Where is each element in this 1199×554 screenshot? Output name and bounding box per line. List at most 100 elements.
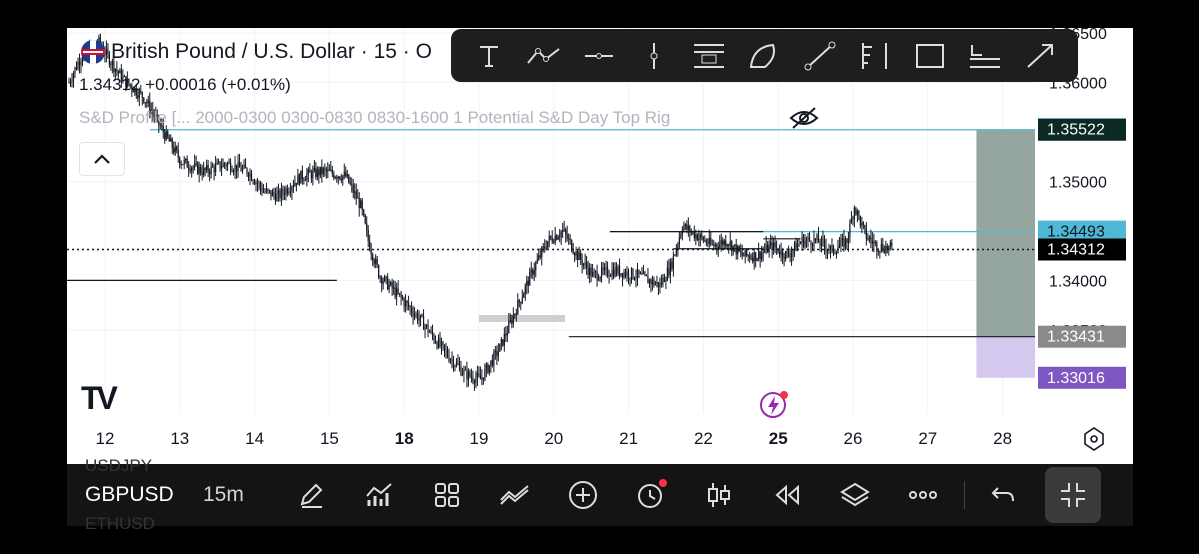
chart-type-button[interactable]	[701, 477, 737, 513]
symbol-selector[interactable]: GBPUSD	[85, 483, 174, 507]
candle-body	[593, 271, 595, 273]
collapse-legend-button[interactable]	[79, 142, 125, 176]
candle-body	[397, 288, 399, 294]
candle-body	[756, 258, 758, 261]
candle-body	[68, 82, 70, 84]
candle-body	[568, 238, 570, 240]
candle-body	[541, 247, 543, 258]
candle-body	[621, 273, 624, 278]
candle-body	[888, 246, 890, 250]
candle-body	[663, 277, 666, 282]
horizontal-line-tool[interactable]	[581, 38, 617, 74]
candles-icon	[708, 483, 730, 507]
candle-body	[259, 183, 262, 188]
candle-body	[189, 169, 191, 172]
candle-body	[714, 244, 716, 246]
candle-body	[780, 249, 782, 255]
candle-body	[882, 244, 884, 251]
candle-body	[650, 279, 652, 285]
lightning-icon[interactable]	[759, 390, 789, 420]
candle-body	[871, 240, 873, 244]
candle-body	[600, 267, 603, 278]
candle-body	[77, 61, 79, 70]
layouts-button[interactable]	[429, 477, 465, 513]
symbol-carousel-next[interactable]: ETHUSD	[85, 514, 155, 534]
trend-line-tool[interactable]	[802, 38, 838, 74]
candle-body	[635, 277, 637, 279]
candle-body	[891, 242, 893, 247]
candle-body	[699, 234, 701, 238]
candle-body	[666, 267, 668, 281]
curve-tool[interactable]	[746, 38, 782, 74]
fib-channel-tool[interactable]	[691, 38, 727, 74]
long-position-tool[interactable]	[967, 38, 1003, 74]
indicators-button[interactable]	[361, 477, 397, 513]
rectangle-tool[interactable]	[912, 38, 948, 74]
candle-body	[669, 261, 671, 276]
symbol-title[interactable]: British Pound / U.S. Dollar · 15 · O	[111, 40, 432, 64]
drawing-pen-button[interactable]	[293, 477, 329, 513]
candle-body	[343, 172, 345, 176]
candle-body	[508, 321, 510, 333]
candle-body	[491, 360, 493, 366]
path-tool[interactable]	[526, 38, 562, 74]
candle-body	[288, 191, 290, 194]
candle-body	[879, 250, 881, 252]
candle-body	[393, 287, 395, 289]
candle-body	[137, 95, 139, 98]
undo-button[interactable]	[985, 477, 1021, 513]
candle-body	[488, 364, 490, 373]
candle-body	[244, 164, 247, 169]
candle-body	[455, 362, 458, 366]
price-label: 1.35522	[1047, 122, 1105, 139]
arrow-tool[interactable]	[1022, 38, 1058, 74]
vertical-line-tool[interactable]	[636, 38, 672, 74]
fork-tool[interactable]	[857, 38, 893, 74]
y-tick-label: 1.35000	[1049, 174, 1107, 191]
interval-selector[interactable]: 15m	[203, 483, 244, 507]
more-button[interactable]	[905, 477, 941, 513]
candle-body	[407, 302, 410, 307]
candle-body	[249, 173, 251, 177]
candle-body	[506, 332, 508, 336]
candle-body	[831, 245, 833, 247]
candle-body	[665, 280, 667, 282]
candle-body	[689, 226, 691, 233]
indicator-legend[interactable]: S&D Profile [... 2000-0300 0300-0830 083…	[79, 108, 670, 128]
exit-fullscreen-button[interactable]	[1045, 467, 1101, 523]
candle-body	[659, 283, 661, 288]
candle-body	[609, 276, 612, 277]
candle-body	[434, 340, 437, 343]
candle-body	[589, 267, 591, 276]
add-button[interactable]	[565, 477, 601, 513]
candle-body	[856, 210, 858, 215]
candle-body	[608, 275, 610, 277]
text-tool[interactable]	[471, 38, 507, 74]
candle-body	[330, 169, 332, 171]
candle-body	[636, 269, 639, 278]
rectangle-icon	[915, 43, 944, 68]
candle-body	[693, 231, 695, 238]
eye-hidden-icon[interactable]	[789, 106, 819, 130]
candle-body	[559, 236, 561, 238]
candle-body	[678, 237, 680, 245]
candle-body	[170, 138, 172, 142]
candle-body	[708, 237, 710, 245]
symbol-carousel-prev[interactable]: USDJPY	[85, 456, 152, 476]
candle-body	[372, 254, 374, 261]
candle-body	[437, 338, 440, 348]
candle-body	[273, 191, 275, 195]
layers-button[interactable]	[837, 477, 873, 513]
settings-gear-icon[interactable]	[1084, 427, 1104, 451]
chart-panel[interactable]: 1.365001.360001.350001.340001.335001.355…	[67, 28, 1133, 526]
alerts-button[interactable]	[633, 477, 669, 513]
candle-body	[566, 234, 568, 239]
candle-body	[315, 167, 317, 178]
ideas-button[interactable]	[497, 477, 533, 513]
candle-body	[231, 171, 233, 172]
candle-body	[514, 313, 516, 316]
candle-body	[770, 242, 772, 246]
candle-body	[472, 377, 474, 382]
replay-button[interactable]	[769, 477, 805, 513]
candle-body	[334, 177, 336, 179]
